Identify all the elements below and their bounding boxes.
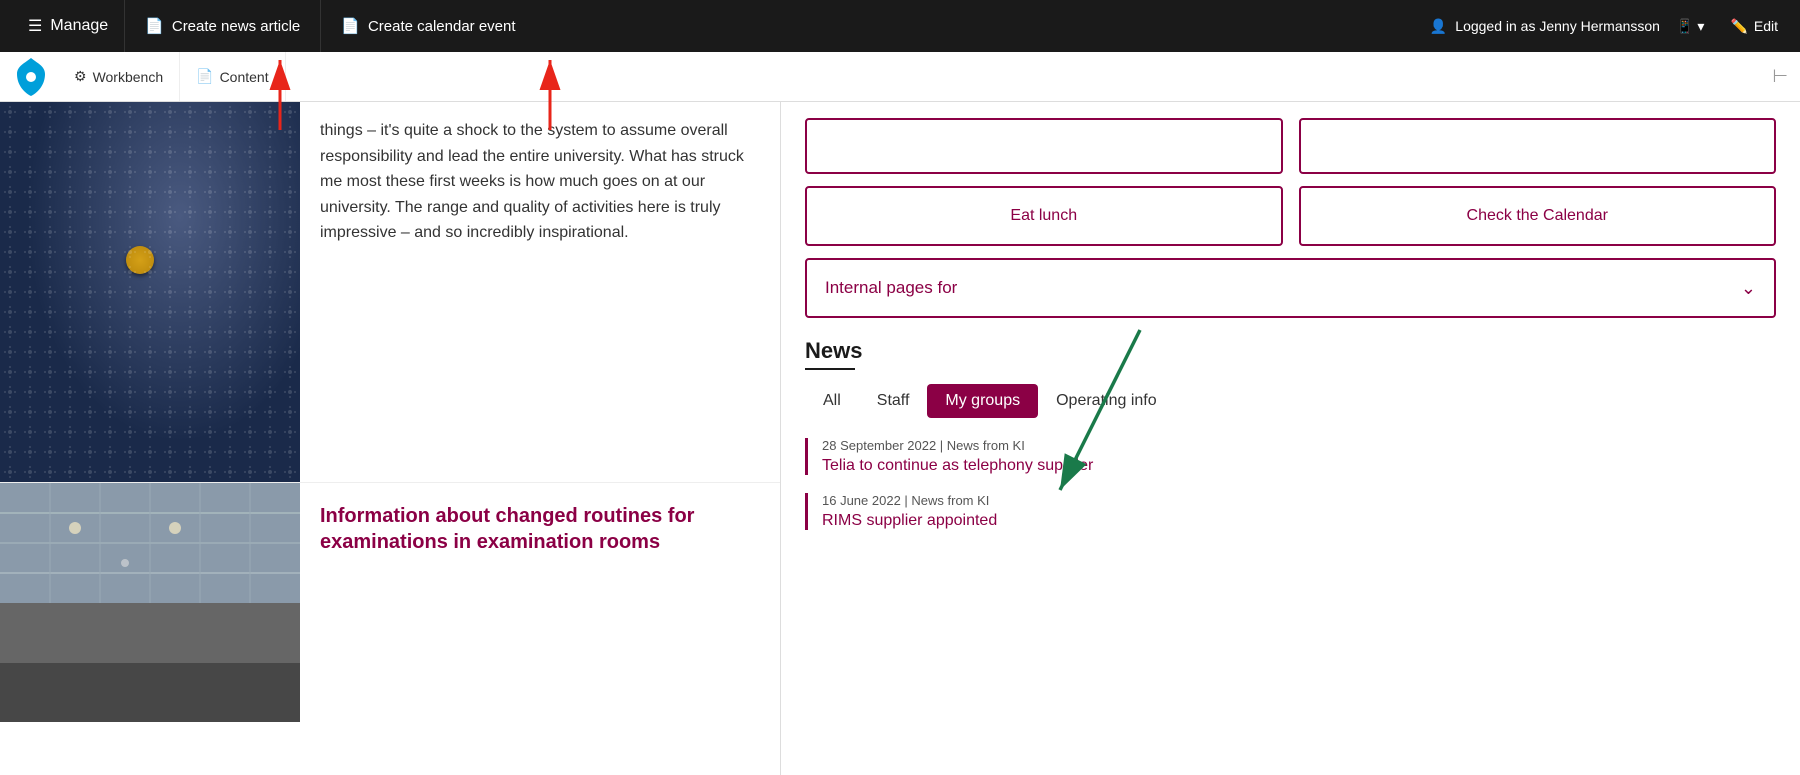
article-title-2[interactable]: Information about changed routines for e… [320, 503, 760, 555]
workbench-label: Workbench [93, 69, 164, 85]
news-section-title: News [805, 338, 1776, 364]
sidebar-toggle-icon[interactable]: ⊢ [1772, 66, 1788, 87]
tab-all[interactable]: All [805, 384, 859, 418]
article-text-1: things – it's quite a shock to the syste… [300, 102, 780, 482]
check-calendar-button[interactable]: Check the Calendar [1299, 186, 1777, 246]
article-image-2 [0, 483, 300, 722]
internal-pages-label: Internal pages for [825, 278, 957, 298]
toolbar-right: ⊢ [1772, 66, 1788, 87]
news-meta-2: 16 June 2022 | News from KI [822, 493, 1776, 508]
ceiling-bg [0, 483, 300, 722]
news-title-underline [805, 368, 855, 370]
quick-links-row: Eat lunch Check the Calendar [805, 186, 1776, 246]
chevron-down-icon: ▾ [1697, 18, 1704, 35]
hamburger-icon: ☰ [28, 16, 42, 36]
eat-lunch-label: Eat lunch [1010, 207, 1077, 225]
manage-label: Manage [50, 17, 108, 35]
admin-bar: ☰ Manage 📄 Create news article 📄 Create … [0, 0, 1800, 52]
content-menu-item[interactable]: 📄 Content [180, 52, 285, 101]
tab-operating-info[interactable]: Operating info [1038, 384, 1175, 418]
toolbar: ⚙ Workbench 📄 Content ⊢ [0, 52, 1800, 102]
article-text-2: Information about changed routines for e… [300, 483, 780, 722]
gear-icon: ⚙ [74, 68, 87, 85]
news-link-1[interactable]: Telia to continue as telephony supplier [822, 457, 1093, 474]
article-block-1: things – it's quite a shock to the syste… [0, 102, 780, 482]
chevron-down-icon: ⌄ [1741, 278, 1756, 299]
logged-in-label: Logged in as Jenny Hermansson [1455, 18, 1660, 34]
article-body-1: things – it's quite a shock to the syste… [320, 122, 744, 241]
check-calendar-label: Check the Calendar [1467, 207, 1608, 225]
device-selector[interactable]: 📱 ▾ [1676, 18, 1704, 35]
news-meta-1: 28 September 2022 | News from KI [822, 438, 1776, 453]
edit-label: Edit [1754, 18, 1778, 34]
tab-staff[interactable]: Staff [859, 384, 928, 418]
quick-links-top-row [805, 118, 1776, 174]
news-item-1: 28 September 2022 | News from KI Telia t… [805, 438, 1776, 475]
edit-button[interactable]: ✏️ Edit [1720, 14, 1788, 39]
drupal-logo[interactable] [12, 58, 50, 96]
pencil-icon: ✏️ [1730, 18, 1747, 35]
news-tabs: All Staff My groups Operating info [805, 384, 1776, 418]
create-news-label: Create news article [172, 18, 300, 35]
manage-menu[interactable]: ☰ Manage [12, 0, 124, 52]
right-column: Eat lunch Check the Calendar Internal pa… [781, 102, 1800, 775]
tab-my-groups[interactable]: My groups [927, 384, 1038, 418]
main-content: things – it's quite a shock to the syste… [0, 102, 1800, 775]
create-news-button[interactable]: 📄 Create news article [124, 0, 320, 52]
mobile-icon: 📱 [1676, 18, 1693, 35]
left-column: things – it's quite a shock to the syste… [0, 102, 780, 775]
workbench-menu-item[interactable]: ⚙ Workbench [58, 52, 180, 101]
admin-bar-right: 👤 Logged in as Jenny Hermansson 📱 ▾ ✏️ E… [1430, 14, 1788, 39]
document-icon: 📄 [145, 17, 164, 35]
user-info: 👤 Logged in as Jenny Hermansson [1430, 18, 1660, 35]
user-icon: 👤 [1430, 18, 1447, 35]
calendar-doc-icon: 📄 [341, 17, 360, 35]
article-image-1 [0, 102, 300, 482]
quick-link-btn-1[interactable] [805, 118, 1283, 174]
create-calendar-label: Create calendar event [368, 18, 516, 35]
content-label: Content [220, 69, 269, 85]
create-calendar-button[interactable]: 📄 Create calendar event [320, 0, 535, 52]
news-link-2[interactable]: RIMS supplier appointed [822, 512, 997, 529]
article-block-2: Information about changed routines for e… [0, 482, 780, 722]
quick-link-btn-2[interactable] [1299, 118, 1777, 174]
eat-lunch-button[interactable]: Eat lunch [805, 186, 1283, 246]
internal-pages-dropdown[interactable]: Internal pages for ⌄ [805, 258, 1776, 318]
news-item-2: 16 June 2022 | News from KI RIMS supplie… [805, 493, 1776, 530]
content-doc-icon: 📄 [196, 68, 213, 85]
